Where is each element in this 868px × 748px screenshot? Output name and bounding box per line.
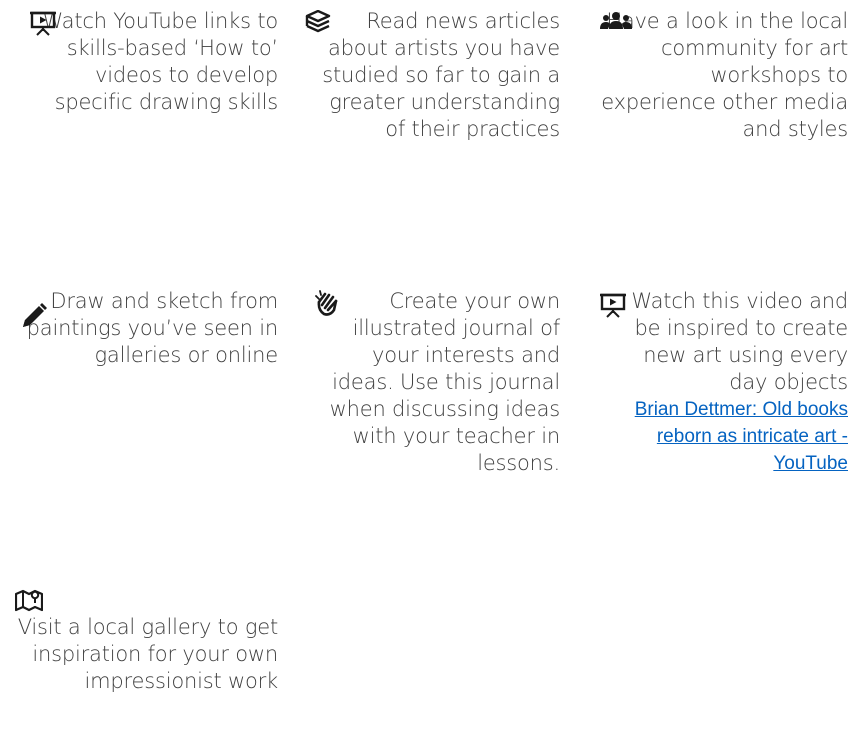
pencil-icon <box>20 302 48 330</box>
tile-text: Have a look in the local community for a… <box>601 9 848 141</box>
tile-text: Create your own illustrated journal of y… <box>329 289 561 475</box>
layered-books-icon <box>305 10 331 36</box>
tile-text: Draw and sketch from paintings you’ve se… <box>26 289 279 367</box>
tile-youtube-skills: Watch YouTube links to skills-based ‘How… <box>30 8 278 116</box>
home-learning-page: Watch YouTube links to skills-based ‘How… <box>0 0 868 748</box>
tile-visit-gallery: Visit a local gallery to get inspiration… <box>15 588 278 695</box>
tile-watch-video: Watch this video and be inspired to crea… <box>600 288 848 477</box>
tile-text: Watch YouTube links to skills-based ‘How… <box>42 9 278 114</box>
map-pin-icon <box>15 588 43 612</box>
youtube-video-link[interactable]: Brian Dettmer: Old books reborn as intri… <box>600 396 848 477</box>
sign-language-hand-icon <box>315 290 341 316</box>
tile-community-workshops: Have a look in the local community for a… <box>600 8 848 143</box>
people-group-icon <box>600 9 632 35</box>
tile-text: Read news articles about artists you hav… <box>322 9 560 141</box>
presentation-screen-icon <box>600 292 626 318</box>
tile-illustrated-journal: Create your own illustrated journal of y… <box>315 288 560 477</box>
tile-text: Watch this video and be inspired to crea… <box>631 289 848 394</box>
tile-draw-sketch: Draw and sketch from paintings you’ve se… <box>20 288 278 369</box>
tile-news-articles: Read news articles about artists you hav… <box>305 8 560 143</box>
tile-text: Visit a local gallery to get inspiration… <box>17 615 278 693</box>
presentation-screen-icon <box>30 10 56 36</box>
